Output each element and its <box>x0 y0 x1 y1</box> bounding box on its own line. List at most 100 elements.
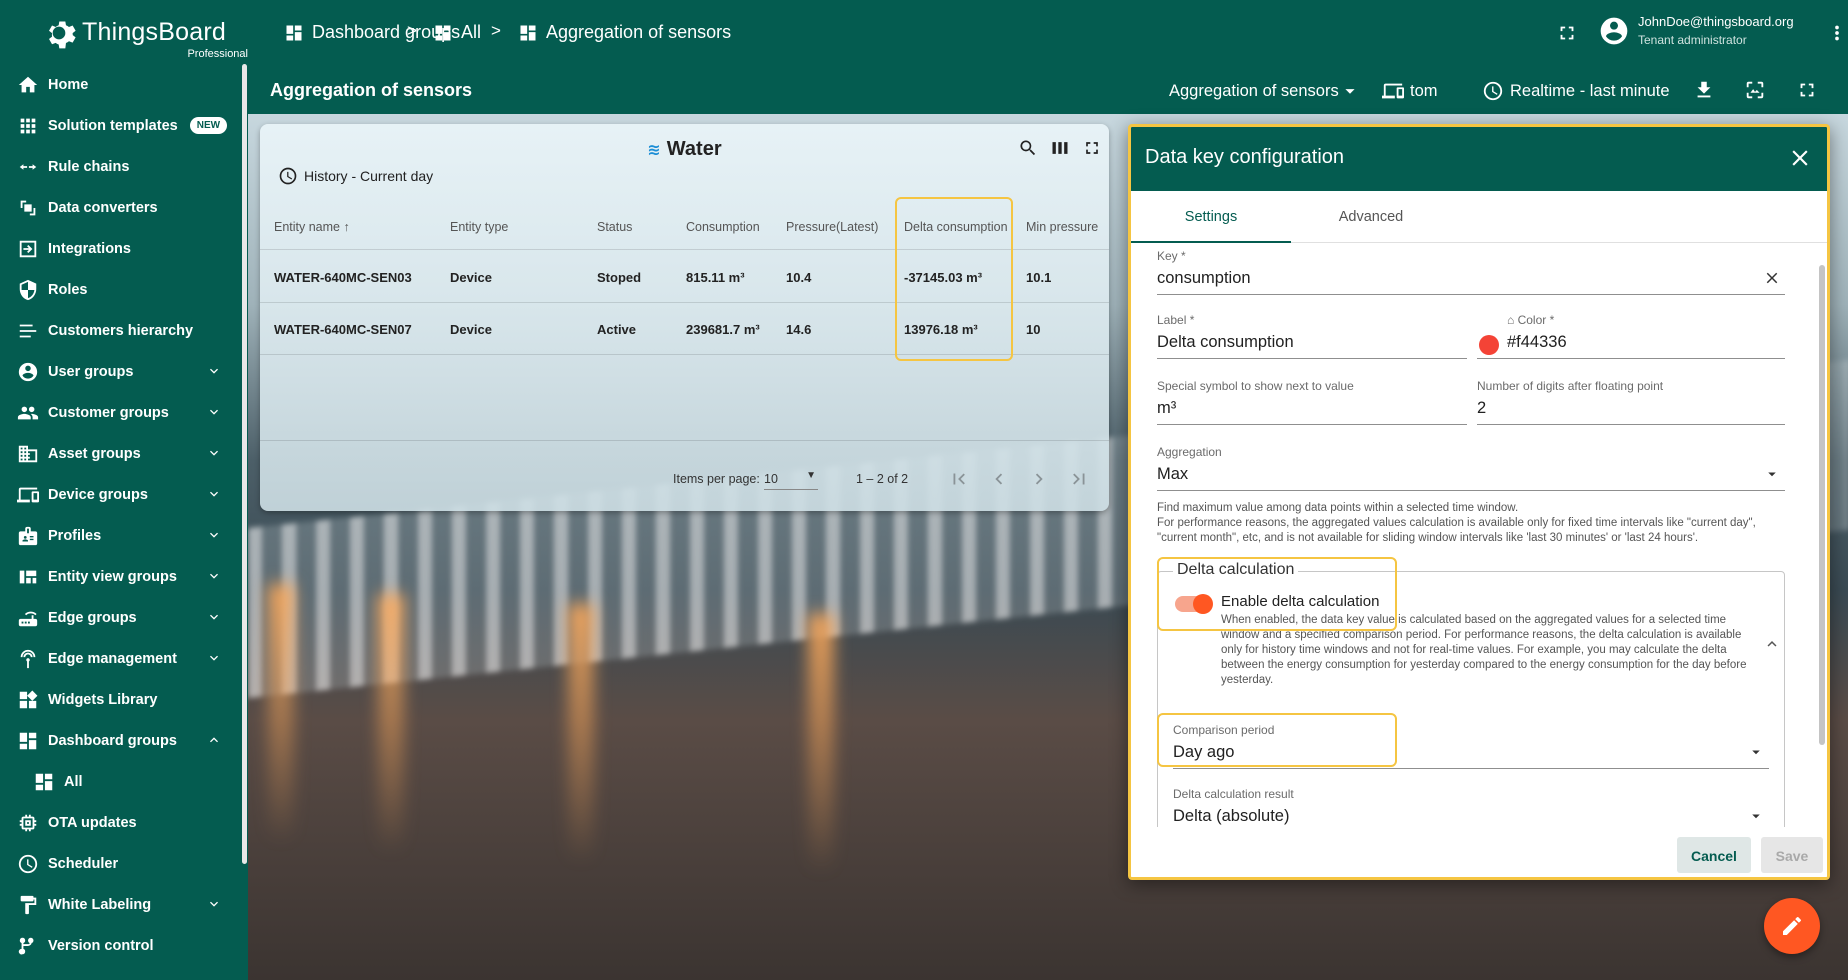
sidebar-item-rule-chains[interactable]: Rule chains <box>0 146 240 187</box>
sidebar-item-dashboard-groups[interactable]: Dashboard groups <box>0 720 240 761</box>
column-header-status[interactable]: Status <box>597 220 632 234</box>
dashboard-state-select[interactable]: Aggregation of sensors <box>1169 80 1361 102</box>
sidebar-item-label: Edge groups <box>48 609 137 626</box>
sidebar-item-label: Home <box>48 76 89 93</box>
sidebar-item-data-converters[interactable]: Data converters <box>0 187 240 228</box>
widget-title: ≋ Water <box>647 138 722 160</box>
more-vert-icon[interactable] <box>1826 22 1848 44</box>
edit-dashboard-button[interactable] <box>1764 898 1820 954</box>
download-icon[interactable] <box>1693 79 1715 101</box>
shield-icon <box>17 279 39 301</box>
items-per-page-select[interactable]: 10 ▼ <box>764 466 818 490</box>
sidebar-item-device-groups[interactable]: Device groups <box>0 474 240 515</box>
sidebar-item-version-control[interactable]: Version control <box>0 925 240 966</box>
sidebar-item-integrations[interactable]: Integrations <box>0 228 240 269</box>
cell-entity-type: Device <box>450 270 492 285</box>
breadcrumb-all[interactable]: All <box>433 22 481 43</box>
cancel-button[interactable]: Cancel <box>1677 837 1751 873</box>
tab-advanced[interactable]: Advanced <box>1291 191 1451 243</box>
sidebar-item-edge-groups[interactable]: Edge groups <box>0 597 240 638</box>
format-color-icon: ⌂ <box>1507 313 1515 327</box>
sidebar-item-ota-updates[interactable]: OTA updates <box>0 802 240 843</box>
sidebar-item-label: Version control <box>48 937 154 954</box>
last-page-icon[interactable] <box>1068 468 1090 490</box>
chevron-up-icon <box>206 732 222 748</box>
sidebar-item-edge-management[interactable]: Edge management <box>0 638 240 679</box>
apps-icon <box>17 115 39 137</box>
next-page-icon[interactable] <box>1028 468 1050 490</box>
sidebar-scrollbar[interactable] <box>242 64 247 864</box>
dashboard-grid-icon <box>286 25 302 40</box>
color-swatch[interactable] <box>1479 335 1499 355</box>
chevron-down-icon <box>206 363 222 379</box>
tab-settings[interactable]: Settings <box>1131 191 1291 243</box>
hierarchy-icon <box>17 320 39 342</box>
dialog-scrollbar[interactable] <box>1818 245 1826 825</box>
units-field[interactable]: Special symbol to show next to value m³ <box>1157 379 1467 425</box>
sidebar-item-solution-templates[interactable]: Solution templates NEW <box>0 105 240 146</box>
sidebar-item-profiles[interactable]: Profiles <box>0 515 240 556</box>
dashboard-grid-icon <box>435 25 451 40</box>
user-role: Tenant administrator <box>1638 33 1747 47</box>
brand-name: ThingsBoard <box>82 18 226 46</box>
column-header-pressure[interactable]: Pressure(Latest) <box>786 220 878 234</box>
column-header-entity-name[interactable]: Entity name ↑ <box>274 220 350 234</box>
thingsboard-logo[interactable]: ThingsBoard Professional <box>40 10 248 60</box>
account-circle-icon[interactable] <box>1598 15 1630 47</box>
dashboard-grid-icon <box>17 730 39 752</box>
sidebar-item-widgets-library[interactable]: Widgets Library <box>0 679 240 720</box>
timewindow-button[interactable]: Realtime - last minute <box>1482 80 1670 102</box>
breadcrumb-separator: > <box>407 21 417 40</box>
close-icon[interactable] <box>1787 145 1813 171</box>
columns-icon[interactable] <box>1050 138 1072 160</box>
key-field[interactable]: Key * consumption <box>1157 249 1785 295</box>
sidebar-item-label: Roles <box>48 281 88 298</box>
previous-page-icon[interactable] <box>988 468 1010 490</box>
sidebar-item-label: Edge management <box>48 650 177 667</box>
first-page-icon[interactable] <box>948 468 970 490</box>
water-table-widget: ≋ Water History - Current day Entity name… <box>260 124 1109 511</box>
antenna-icon <box>17 648 39 670</box>
sidebar-item-entity-view-groups[interactable]: Entity view groups <box>0 556 240 597</box>
scrollbar-thumb[interactable] <box>1819 265 1825 745</box>
clear-icon[interactable] <box>1763 269 1781 287</box>
column-header-min-pressure[interactable]: Min pressure <box>1026 220 1098 234</box>
sidebar-item-white-labeling[interactable]: White Labeling <box>0 884 240 925</box>
fullscreen-icon[interactable] <box>1796 79 1818 101</box>
fullscreen-icon[interactable] <box>1556 22 1578 44</box>
sidebar-item-user-groups[interactable]: User groups <box>0 351 240 392</box>
domain-icon <box>17 443 39 465</box>
sidebar-item-label: Dashboard groups <box>48 732 177 749</box>
arrow-drop-down-icon <box>1747 807 1765 825</box>
user-info[interactable]: JohnDoe@thingsboard.org Tenant administr… <box>1638 14 1794 47</box>
account-circle-icon <box>17 361 39 383</box>
column-header-entity-type[interactable]: Entity type <box>450 220 508 234</box>
fullscreen-icon[interactable] <box>1082 138 1104 160</box>
sidebar-item-label: All <box>64 773 83 790</box>
column-header-consumption[interactable]: Consumption <box>686 220 760 234</box>
export-image-icon[interactable] <box>1744 79 1766 101</box>
sidebar-item-asset-groups[interactable]: Asset groups <box>0 433 240 474</box>
sidebar-item-all[interactable]: All <box>0 761 240 802</box>
save-button[interactable]: Save <box>1761 837 1823 873</box>
label-field[interactable]: Label * Delta consumption <box>1157 313 1467 359</box>
sidebar-item-customer-groups[interactable]: Customer groups <box>0 392 240 433</box>
dialog-header: Data key configuration <box>1131 127 1827 191</box>
chevron-down-icon <box>206 486 222 502</box>
pager-range: 1 – 2 of 2 <box>856 472 909 486</box>
widget-history-timewindow[interactable]: History - Current day <box>278 166 433 186</box>
sidebar-item-label: Profiles <box>48 527 102 544</box>
sidebar-item-customers-hierarchy[interactable]: Customers hierarchy <box>0 310 240 351</box>
sidebar-item-scheduler[interactable]: Scheduler <box>0 843 240 884</box>
sidebar-item-roles[interactable]: Roles <box>0 269 240 310</box>
search-icon[interactable] <box>1018 138 1040 160</box>
color-field[interactable]: ⌂ Color * #f44336 <box>1477 313 1785 359</box>
chevron-up-icon[interactable] <box>1763 635 1781 653</box>
clock-icon <box>17 853 39 875</box>
aggregation-select[interactable]: Aggregation Max <box>1157 445 1785 491</box>
sidebar-item-home[interactable]: Home <box>0 64 240 105</box>
cell-entity-name: WATER-640MC-SEN07 <box>274 322 412 337</box>
highlight-delta-toggle <box>1157 557 1397 631</box>
entity-alias-select[interactable]: tom <box>1382 80 1438 102</box>
decimals-field[interactable]: Number of digits after floating point 2 <box>1477 379 1785 425</box>
